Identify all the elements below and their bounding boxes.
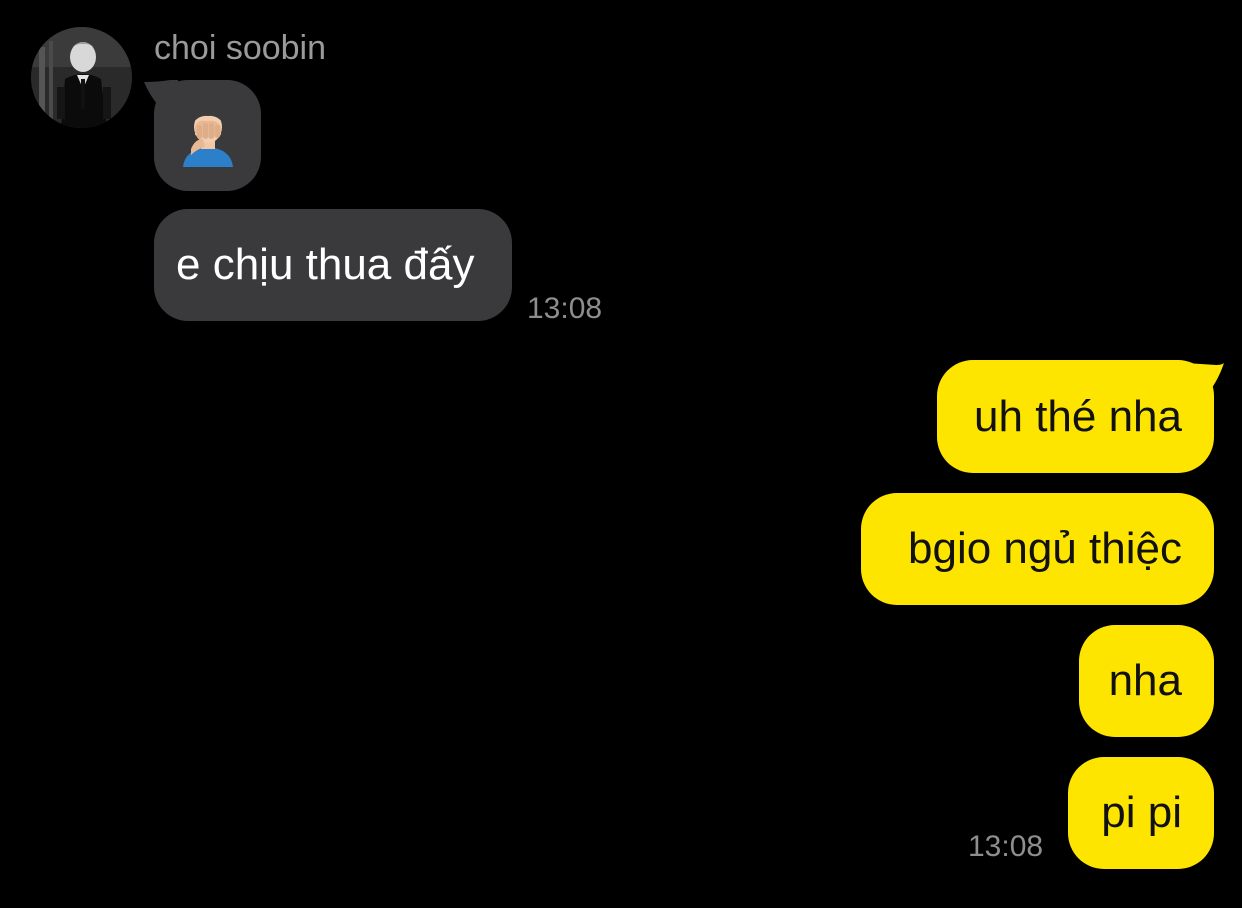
- outgoing-message-bubble[interactable]: pi pi: [1068, 757, 1214, 869]
- sender-name: choi soobin: [154, 29, 327, 67]
- incoming-timestamp: 13:08: [527, 292, 603, 325]
- incoming-message-text: e chịu thua đấy: [176, 240, 475, 289]
- outgoing-message-bubble[interactable]: nha: [1079, 625, 1214, 737]
- outgoing-bubble-tail: [1186, 363, 1224, 405]
- sender-avatar[interactable]: [31, 27, 132, 128]
- man-facepalming-emoji-icon: [182, 109, 233, 167]
- incoming-bubble-tail: [144, 80, 178, 120]
- outgoing-message-text: nha: [1108, 656, 1182, 705]
- outgoing-message-bubble[interactable]: bgio ngủ thiệc: [861, 493, 1214, 605]
- outgoing-message-text: uh thé nha: [974, 391, 1182, 441]
- incoming-message-bubble[interactable]: e chịu thua đấy: [154, 209, 512, 321]
- outgoing-timestamp: 13:08: [968, 830, 1044, 863]
- profile-photo-icon: [31, 27, 132, 128]
- outgoing-message-text: bgio ngủ thiệc: [908, 524, 1182, 573]
- outgoing-message-bubble[interactable]: uh thé nha: [937, 360, 1214, 473]
- outgoing-message-text: pi pi: [1101, 788, 1182, 837]
